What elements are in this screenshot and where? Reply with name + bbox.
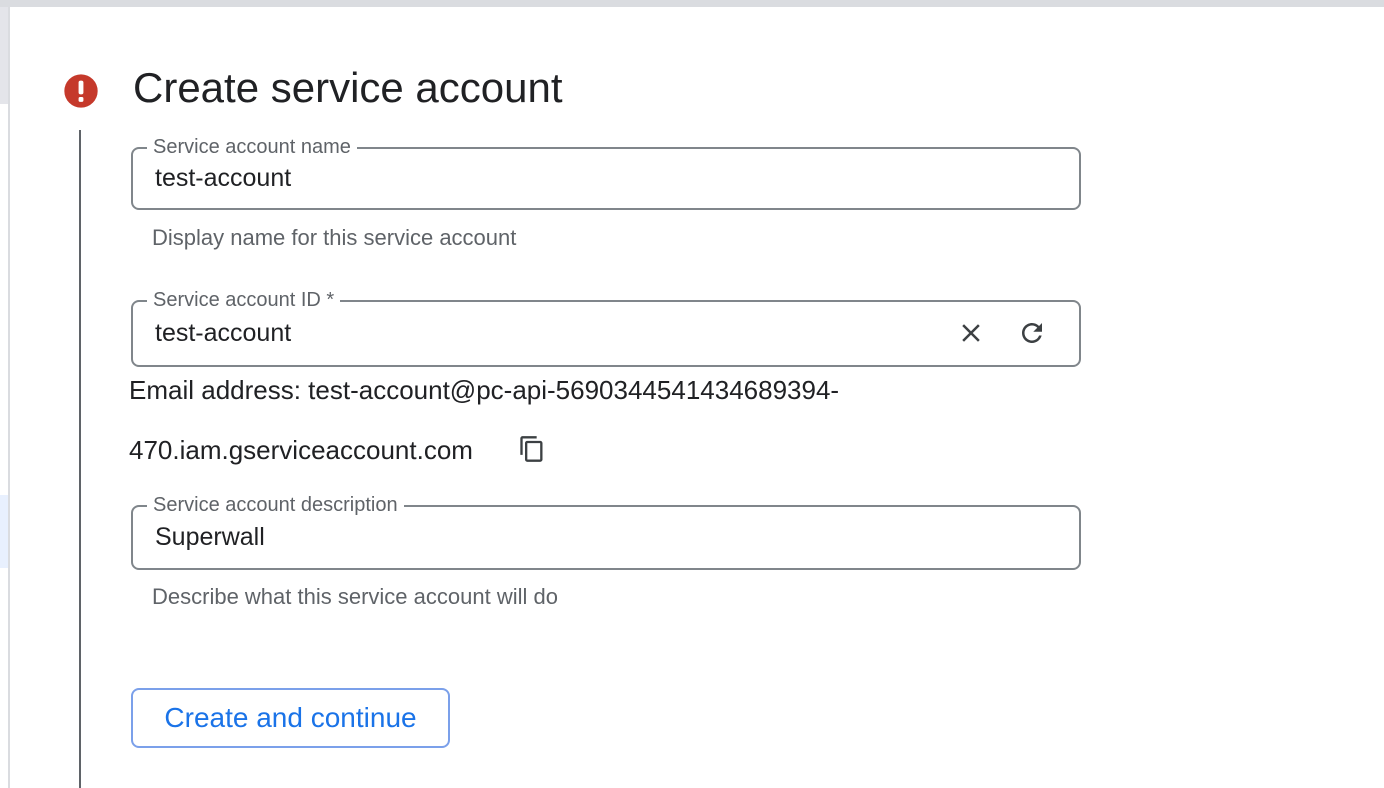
- description-helper-text: Describe what this service account will …: [152, 585, 558, 609]
- email-address-line1: Email address: test-account@pc-api-56903…: [129, 360, 839, 420]
- email-address-line2-text: 470.iam.gserviceaccount.com: [129, 435, 473, 465]
- service-account-name-field: Service account name: [131, 147, 1081, 210]
- stepper-line: [79, 130, 81, 788]
- top-edge-divider: [0, 0, 1384, 7]
- create-and-continue-button[interactable]: Create and continue: [131, 688, 450, 748]
- left-nav-selection-highlight: [0, 495, 8, 568]
- email-address-line2: 470.iam.gserviceaccount.com: [129, 420, 839, 480]
- error-icon: [61, 71, 101, 111]
- name-helper-text: Display name for this service account: [152, 226, 516, 250]
- service-account-name-input[interactable]: [133, 149, 1079, 208]
- left-panel-divider: [8, 7, 10, 788]
- page-title: Create service account: [133, 64, 563, 112]
- refresh-icon[interactable]: [1017, 318, 1047, 348]
- service-account-description-field: Service account description: [131, 505, 1081, 570]
- email-address-helper: Email address: test-account@pc-api-56903…: [129, 360, 839, 480]
- service-account-id-input[interactable]: [133, 302, 1079, 365]
- clear-icon[interactable]: [956, 318, 986, 348]
- service-account-id-field: Service account ID *: [131, 300, 1081, 367]
- copy-icon[interactable]: [518, 435, 546, 463]
- create-service-account-page: Create service account Service account n…: [0, 0, 1384, 788]
- left-scrollbar-segment[interactable]: [0, 7, 8, 104]
- service-account-description-input[interactable]: [133, 507, 1079, 568]
